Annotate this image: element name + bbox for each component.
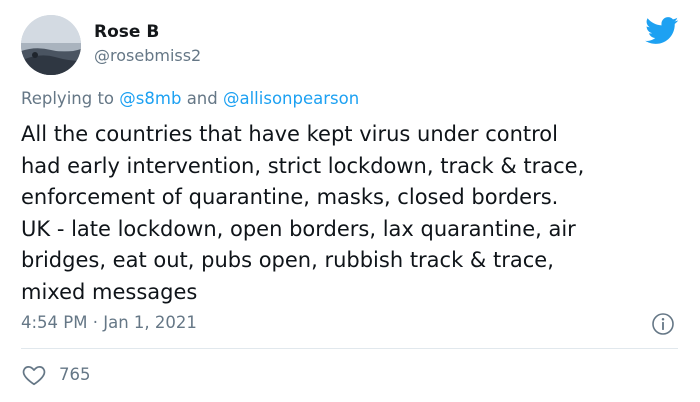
- tweet-text-line: mixed messages: [21, 279, 198, 304]
- tweet-text-line: All the countries that have kept virus u…: [21, 122, 558, 146]
- like-count: 765: [59, 365, 91, 384]
- info-icon[interactable]: [651, 312, 675, 336]
- avatar-image: [21, 15, 81, 75]
- heart-icon: [21, 362, 47, 388]
- avatar[interactable]: [21, 15, 81, 75]
- user-handle[interactable]: @rosebmiss2: [94, 46, 201, 66]
- mention-link-s8mb[interactable]: @s8mb: [119, 89, 181, 108]
- tweet-text-line: bridges, eat out, pubs open, rubbish tra…: [21, 248, 554, 272]
- divider: [21, 348, 678, 349]
- tweet-text-line: enforcement of quarantine, masks, closed…: [21, 185, 559, 209]
- reply-prefix: Replying to: [21, 89, 115, 108]
- tweet-card: Rose B @rosebmiss2 Replying to @s8mb and…: [0, 0, 700, 402]
- tweet-timestamp[interactable]: 4:54 PM · Jan 1, 2021: [21, 312, 197, 334]
- reply-context: Replying to @s8mb and @allisonpearson: [21, 88, 359, 110]
- tweet-text: All the countries that have kept virus u…: [21, 119, 691, 308]
- display-name[interactable]: Rose B: [94, 22, 159, 42]
- tweet-text-line: UK - late lockdown, open borders, lax qu…: [21, 216, 576, 241]
- mention-link-allisonpearson[interactable]: @allisonpearson: [223, 89, 359, 108]
- reply-conjunction: and: [186, 89, 218, 108]
- tweet-text-line: had early intervention, strict lockdown,…: [21, 153, 585, 178]
- twitter-bird-icon[interactable]: [645, 17, 679, 45]
- like-button[interactable]: 765: [21, 362, 91, 388]
